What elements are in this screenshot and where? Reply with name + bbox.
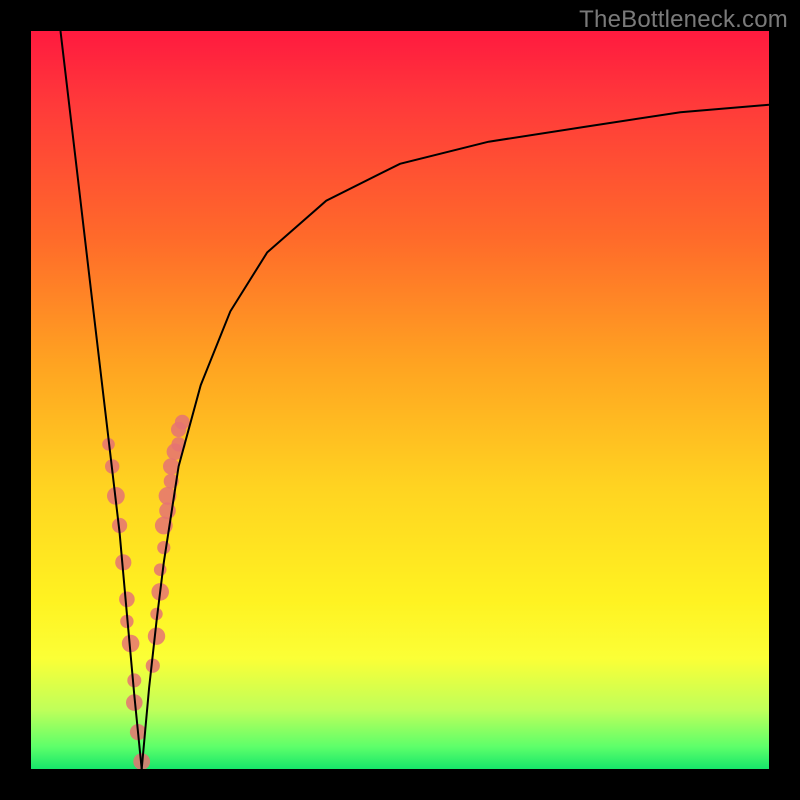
- scatter-dot: [154, 563, 167, 576]
- scatter-dot: [175, 415, 190, 430]
- scatter-dot: [157, 541, 170, 554]
- left-branch-path: [61, 31, 142, 769]
- outer-frame: TheBottleneck.com: [0, 0, 800, 800]
- chart-svg: [31, 31, 769, 769]
- plot-area: [31, 31, 769, 769]
- watermark-text: TheBottleneck.com: [579, 6, 788, 34]
- right-branch-path: [142, 105, 769, 769]
